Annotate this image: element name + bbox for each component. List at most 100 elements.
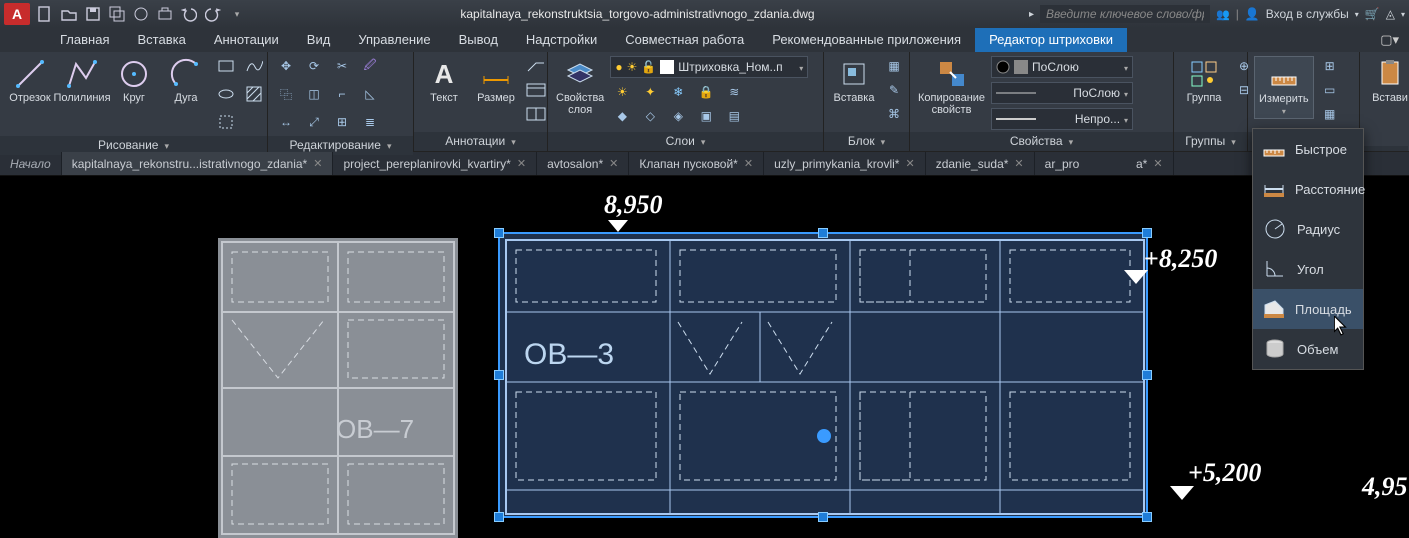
copy-icon[interactable]: ⿻ [274, 84, 298, 104]
tab-hatch-editor[interactable]: Редактор штриховки [975, 28, 1127, 52]
layer-c-icon[interactable]: ◈ [666, 106, 690, 126]
cart-icon[interactable]: 🛒 [1365, 7, 1380, 21]
open-icon[interactable] [60, 5, 78, 23]
spline-icon[interactable] [242, 56, 266, 76]
line-button[interactable]: Отрезок [6, 56, 54, 106]
paste-button[interactable]: Встави [1366, 56, 1409, 106]
leader-icon[interactable] [524, 56, 548, 76]
saveas-icon[interactable] [108, 5, 126, 23]
grip[interactable] [494, 228, 504, 238]
share-icon[interactable]: ▸ [1029, 9, 1034, 20]
close-icon[interactable]: ✕ [517, 157, 526, 170]
tab-file-3[interactable]: avtosalon*✕ [537, 152, 629, 175]
rotate-icon[interactable]: ⟳ [302, 56, 326, 76]
panel-props-title[interactable]: Свойства [1010, 134, 1063, 148]
tab-view[interactable]: Вид [293, 28, 345, 52]
grip[interactable] [1142, 228, 1152, 238]
measure-angle[interactable]: Угол [1253, 249, 1363, 289]
drawing-canvas[interactable]: ОВ—7 ОВ—3 [0, 176, 1409, 538]
stretch-icon[interactable]: ↔ [274, 112, 298, 132]
tab-home[interactable]: Главная [46, 28, 123, 52]
tab-file-4[interactable]: Клапан пусковой*✕ [629, 152, 764, 175]
close-icon[interactable]: ✕ [1153, 157, 1162, 170]
grip[interactable] [1142, 512, 1152, 522]
move-icon[interactable]: ✥ [274, 56, 298, 76]
keyword-search-input[interactable] [1040, 5, 1210, 23]
tab-file-2[interactable]: project_pereplanirovki_kvartiry*✕ [333, 152, 537, 175]
qselect-icon[interactable]: ▦ [1318, 104, 1342, 124]
save-icon[interactable] [84, 5, 102, 23]
measure-button[interactable]: Измерить▾ [1254, 56, 1314, 119]
ribbon-extra-icon[interactable]: ▢▾ [1380, 32, 1399, 48]
fillet-icon[interactable]: ⌐ [330, 84, 354, 104]
color-combo[interactable]: ПоСлою [991, 56, 1133, 78]
layer-properties-button[interactable]: Свойства слоя [554, 56, 606, 118]
array-icon[interactable]: ⊞ [330, 112, 354, 132]
count-icon[interactable]: ⊞ [1318, 56, 1342, 76]
close-icon[interactable]: ✕ [905, 157, 914, 170]
panel-group-title[interactable]: Группы [1185, 134, 1225, 148]
layer-b-icon[interactable]: ◇ [638, 106, 662, 126]
group-button[interactable]: Группа [1180, 56, 1228, 106]
tab-file-1[interactable]: kapitalnaya_rekonstru...istrativnogo_zda… [62, 152, 334, 175]
panel-draw-title[interactable]: Рисование [98, 138, 158, 152]
measure-radius[interactable]: Радиус [1253, 209, 1363, 249]
grip[interactable] [818, 512, 828, 522]
close-icon[interactable]: ✕ [1014, 157, 1023, 170]
redo-icon[interactable] [204, 5, 222, 23]
measure-distance[interactable]: Расстояние [1253, 169, 1363, 209]
table2-icon[interactable] [524, 104, 548, 124]
arc-button[interactable]: Дуга [162, 56, 210, 106]
tab-addins[interactable]: Надстройки [512, 28, 611, 52]
block-insert-button[interactable]: Вставка [830, 56, 878, 106]
block-attr-icon[interactable]: ⌘ [882, 104, 906, 124]
tab-manage[interactable]: Управление [344, 28, 444, 52]
layer-iso-icon[interactable]: ☀ [610, 82, 634, 102]
tab-file-5[interactable]: uzly_primykania_krovli*✕ [764, 152, 926, 175]
panel-modify-title[interactable]: Редактирование [290, 138, 381, 152]
grip[interactable] [818, 228, 828, 238]
layer-combo[interactable]: ● ☀ 🔓 Штриховка_Ном..п [610, 56, 808, 78]
plot-icon[interactable] [156, 5, 174, 23]
block-edit-icon[interactable]: ✎ [882, 80, 906, 100]
panel-block-title[interactable]: Блок [848, 134, 875, 148]
panel-layers-title[interactable]: Слои [666, 134, 695, 148]
web-icon[interactable] [132, 5, 150, 23]
grip[interactable] [1142, 370, 1152, 380]
close-icon[interactable]: ✕ [609, 157, 618, 170]
text-button[interactable]: AТекст [420, 56, 468, 106]
polyline-button[interactable]: Полилиния [58, 56, 106, 106]
offset-icon[interactable]: ≣ [358, 112, 382, 132]
scale-icon[interactable]: ⤢ [302, 112, 326, 132]
circle-button[interactable]: Круг [110, 56, 158, 106]
new-icon[interactable] [36, 5, 54, 23]
layer-d-icon[interactable]: ▣ [694, 106, 718, 126]
close-icon[interactable]: ✕ [313, 157, 322, 170]
layer-off-icon[interactable]: ✦ [638, 82, 662, 102]
search-group-icon[interactable]: 👥 [1216, 8, 1230, 21]
layer-e-icon[interactable]: ▤ [722, 106, 746, 126]
mirror-icon[interactable]: ◫ [302, 84, 326, 104]
tab-collaborate[interactable]: Совместная работа [611, 28, 758, 52]
layer-a-icon[interactable]: ◆ [610, 106, 634, 126]
layer-match-icon[interactable]: ≋ [722, 82, 746, 102]
tab-file-7[interactable]: ar_pro a*✕ [1035, 152, 1174, 175]
tab-output[interactable]: Вывод [445, 28, 512, 52]
ellipse-icon[interactable] [214, 84, 238, 104]
point-icon[interactable] [214, 112, 238, 132]
tab-annotate[interactable]: Аннотации [200, 28, 293, 52]
apps-icon[interactable]: ◬ [1386, 7, 1395, 21]
tab-featured[interactable]: Рекомендованные приложения [758, 28, 975, 52]
chamfer-icon[interactable]: ◺ [358, 84, 382, 104]
layer-lock-icon[interactable]: 🔒 [694, 82, 718, 102]
lineweight-combo[interactable]: ПоСлою [991, 82, 1133, 104]
transparency-combo[interactable]: Непро... [991, 108, 1133, 130]
login-label[interactable]: Вход в службы [1266, 7, 1349, 21]
app-logo[interactable]: A [4, 3, 30, 25]
table-icon[interactable] [524, 80, 548, 100]
layer-freeze-icon[interactable]: ❄ [666, 82, 690, 102]
panel-annot-title[interactable]: Аннотации [445, 134, 505, 148]
qat-dropdown-icon[interactable]: ▾ [228, 5, 246, 23]
undo-icon[interactable] [180, 5, 198, 23]
measure-quick[interactable]: Быстрое [1253, 129, 1363, 169]
